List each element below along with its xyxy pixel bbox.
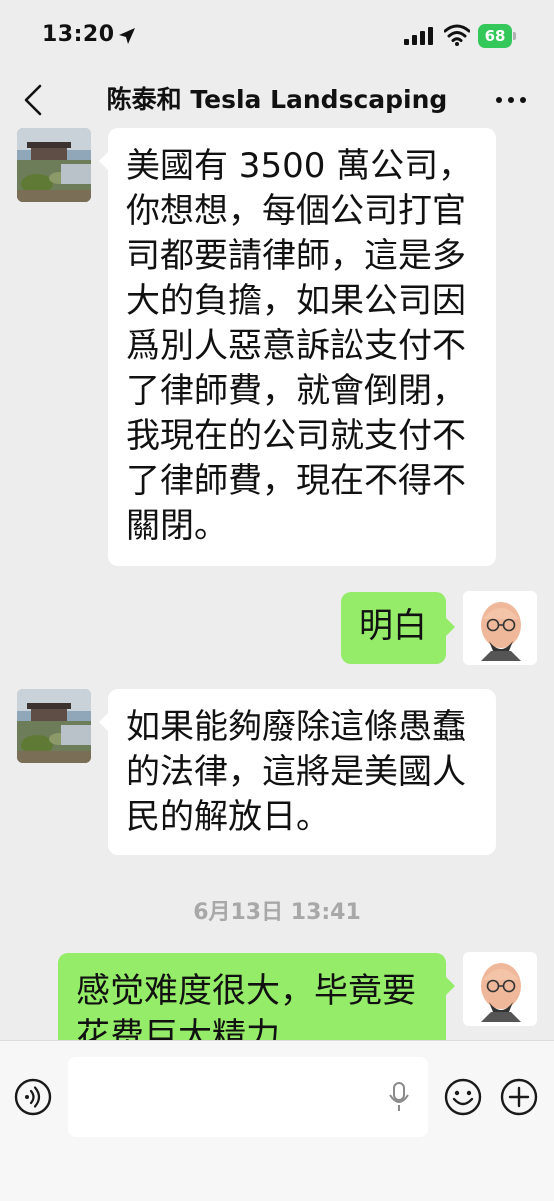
- cellular-signal-icon: [404, 27, 433, 45]
- chat-header: 陈泰和 Tesla Landscaping: [0, 72, 554, 128]
- my-avatar[interactable]: [463, 952, 537, 1026]
- message-line: 如果能夠廢除這條愚蠢: [126, 707, 466, 747]
- chat-title: 陈泰和 Tesla Landscaping: [106, 85, 448, 114]
- bubble-tail: [99, 713, 108, 731]
- mic-icon[interactable]: [388, 1081, 410, 1113]
- status-time: 13:20: [42, 22, 115, 47]
- my-avatar[interactable]: [463, 591, 537, 665]
- bubble-tail: [446, 618, 455, 636]
- battery-level: 68: [478, 24, 512, 48]
- message-line: 你想想，每個公司打官: [126, 191, 466, 231]
- user-portrait-icon: [463, 591, 537, 665]
- emoji-icon[interactable]: [444, 1078, 482, 1116]
- contact-avatar[interactable]: [17, 128, 91, 202]
- landscape-photo-icon: [17, 128, 91, 202]
- message-line: 美國有 3500 萬公司，: [126, 146, 473, 186]
- message-line: 了律師費，就會倒閉，: [126, 371, 466, 411]
- battery-tip: [513, 32, 516, 40]
- bubble-tail: [446, 977, 455, 995]
- chevron-left-icon[interactable]: [18, 80, 48, 120]
- message-line: 明白: [359, 606, 427, 646]
- battery-icon: 68: [478, 24, 518, 48]
- voice-icon[interactable]: [14, 1078, 52, 1116]
- message-bubble-incoming[interactable]: 美國有 3500 萬公司， 你想想，每個公司打官 司都要請律師，這是多 大的負擔…: [99, 128, 496, 566]
- user-portrait-icon: [463, 952, 537, 1026]
- message-line: 的法律，這將是美國人: [126, 752, 466, 792]
- message-line: 我現在的公司就支付不: [126, 416, 466, 456]
- ellipsis-icon[interactable]: [494, 88, 528, 112]
- message-line: 感觉难度很大，毕竟要: [76, 971, 416, 1011]
- message-input-bar: [0, 1040, 554, 1201]
- message-line: 司都要請律師，這是多: [126, 236, 466, 276]
- message-line: 民的解放日。: [126, 797, 330, 837]
- landscape-photo-icon: [17, 689, 91, 763]
- message-line: 爲別人惡意訴訟支付不: [126, 326, 466, 366]
- wifi-icon: [444, 24, 470, 46]
- contact-avatar[interactable]: [17, 689, 91, 763]
- message-line: 了律師費，現在不得不: [126, 461, 466, 501]
- status-bar: 13:20 68: [0, 0, 554, 72]
- message-line: 關閉。: [126, 506, 228, 546]
- message-bubble-incoming[interactable]: 如果能夠廢除這條愚蠢 的法律，這將是美國人 民的解放日。: [99, 689, 496, 855]
- bubble-tail: [99, 152, 108, 170]
- plus-icon[interactable]: [500, 1078, 538, 1116]
- message-bubble-outgoing[interactable]: 明白: [341, 592, 455, 664]
- location-arrow-icon: [119, 28, 135, 44]
- message-text-input[interactable]: [68, 1057, 428, 1137]
- message-timestamp: 6月13日 13:41: [193, 900, 361, 925]
- message-line: 大的負擔，如果公司因: [126, 281, 466, 321]
